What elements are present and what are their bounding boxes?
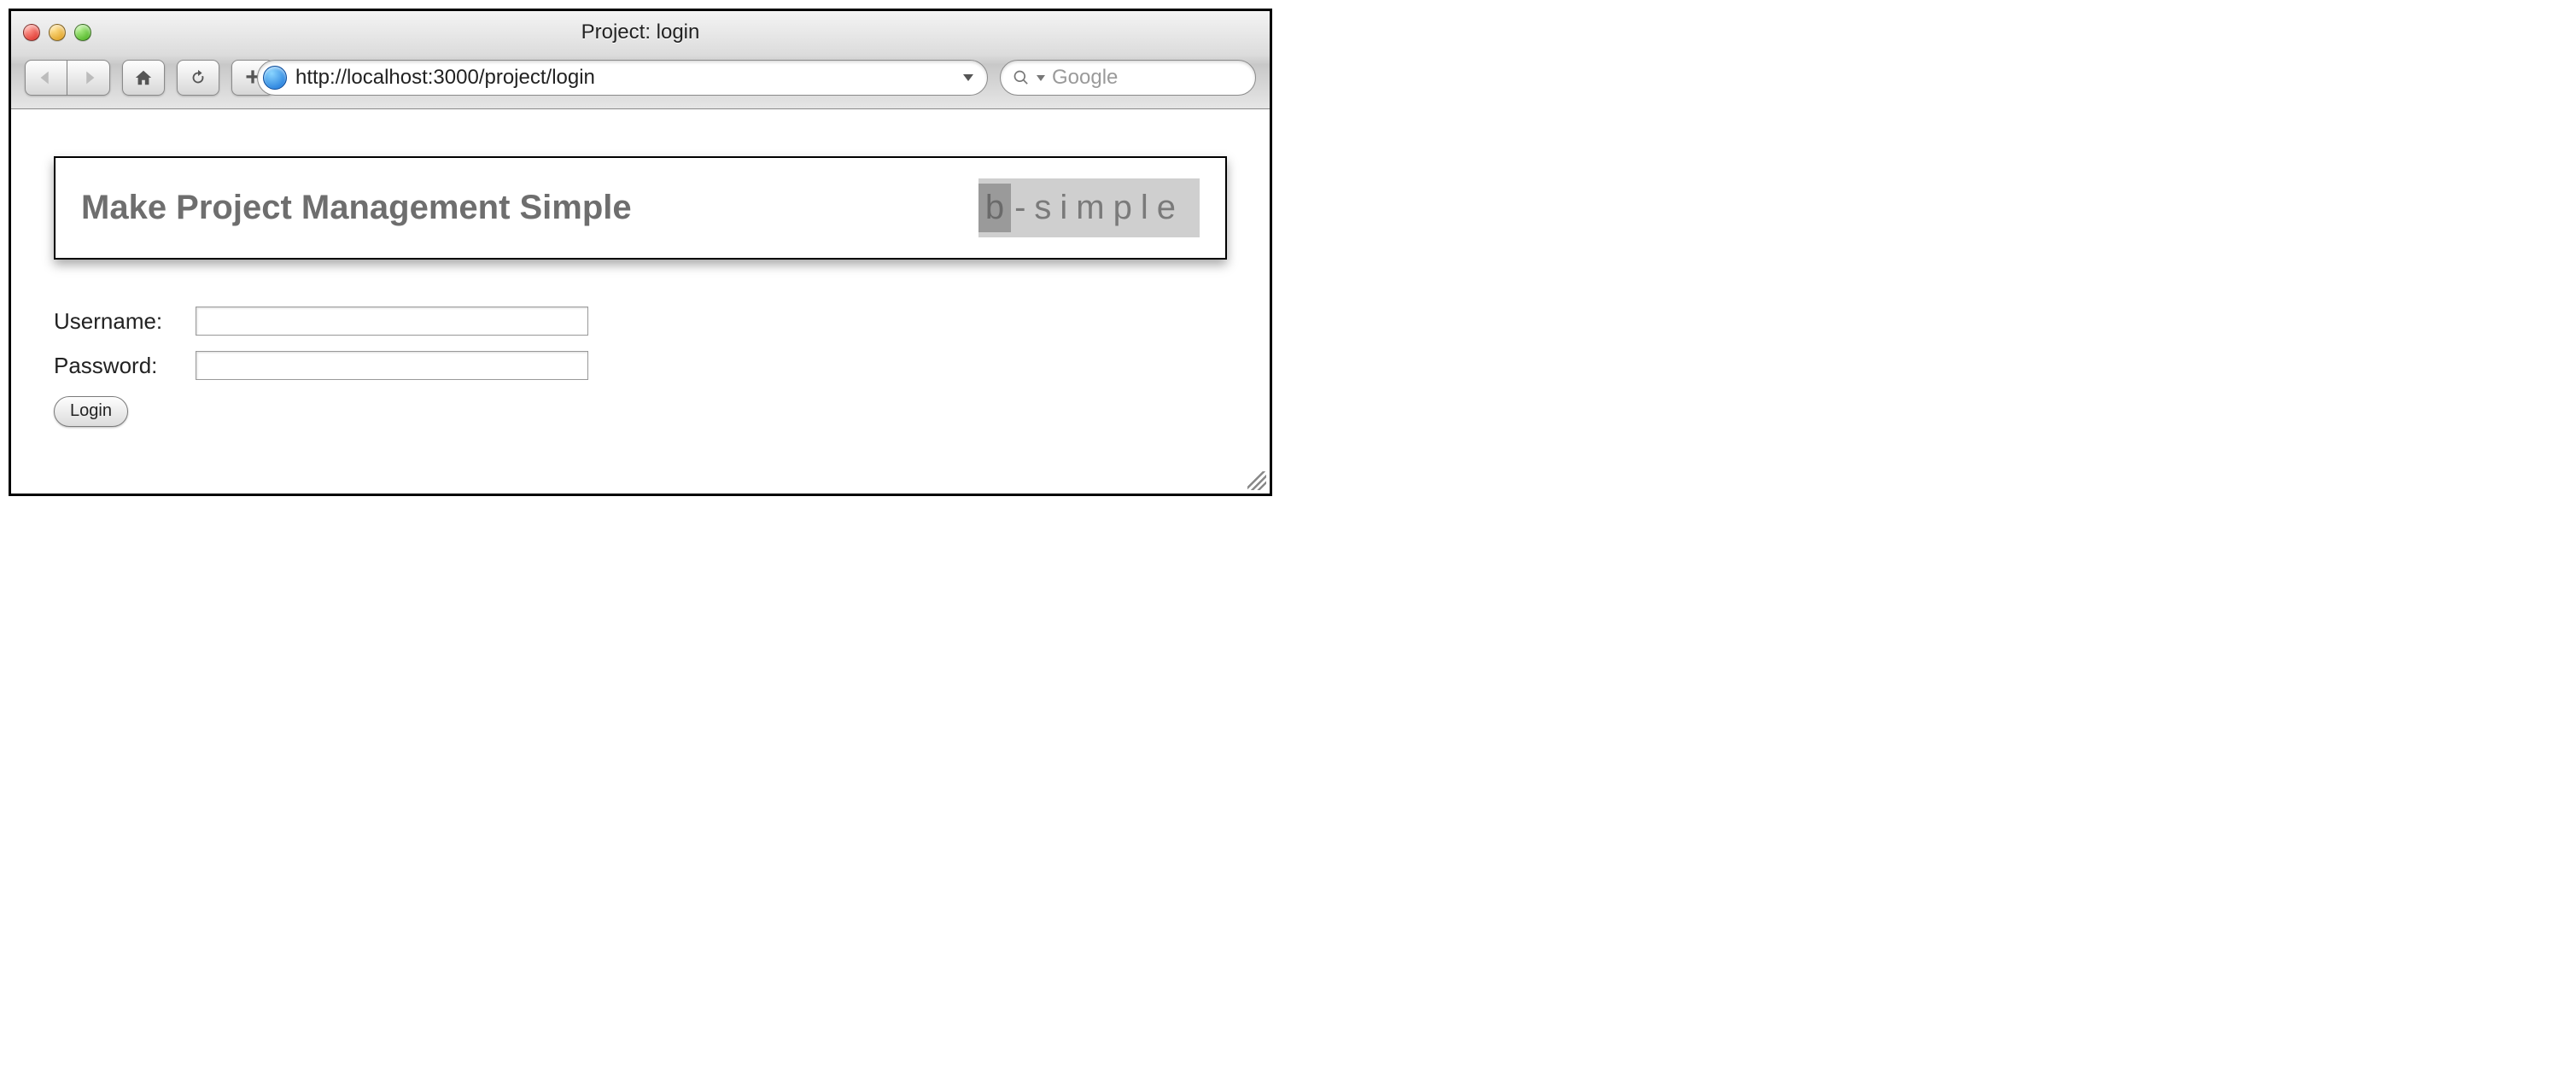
search-placeholder: Google bbox=[1052, 66, 1118, 90]
page-viewport: Make Project Management Simple b-simple … bbox=[11, 109, 1270, 494]
brand-logo-text: -simple bbox=[1014, 189, 1184, 227]
login-button[interactable]: Login bbox=[54, 396, 128, 427]
close-window-button[interactable] bbox=[23, 24, 40, 41]
minimize-window-button[interactable] bbox=[49, 24, 66, 41]
nav-buttons bbox=[25, 60, 110, 96]
home-button[interactable] bbox=[122, 60, 165, 96]
brand-logo-b: b bbox=[978, 184, 1011, 232]
feed-indicator-icon[interactable] bbox=[963, 74, 973, 81]
page-banner: Make Project Management Simple b-simple bbox=[54, 156, 1227, 260]
arrow-right-icon bbox=[79, 68, 98, 87]
search-field[interactable]: Google bbox=[1000, 60, 1256, 96]
login-form: Username: Password: Login bbox=[54, 307, 1227, 427]
browser-window: Project: login + bbox=[9, 9, 1272, 496]
reload-icon bbox=[189, 68, 207, 87]
window-controls bbox=[23, 24, 91, 41]
resize-grip-icon[interactable] bbox=[1247, 471, 1266, 490]
brand-logo: b-simple bbox=[978, 178, 1200, 237]
username-input[interactable] bbox=[196, 307, 588, 336]
password-label: Password: bbox=[54, 353, 182, 379]
username-label: Username: bbox=[54, 308, 182, 335]
home-icon bbox=[134, 68, 153, 87]
forward-button[interactable] bbox=[67, 60, 110, 96]
username-row: Username: bbox=[54, 307, 1227, 336]
window-title: Project: login bbox=[11, 20, 1270, 44]
address-bar[interactable]: http://localhost:3000/project/login bbox=[257, 60, 988, 96]
password-input[interactable] bbox=[196, 351, 588, 380]
site-favicon-icon bbox=[263, 66, 287, 90]
address-bar-text: http://localhost:3000/project/login bbox=[295, 66, 595, 90]
zoom-window-button[interactable] bbox=[74, 24, 91, 41]
reload-button[interactable] bbox=[177, 60, 219, 96]
browser-chrome: Project: login + bbox=[11, 11, 1270, 109]
banner-title: Make Project Management Simple bbox=[81, 189, 632, 227]
address-bar-wrap: http://localhost:3000/project/login bbox=[286, 60, 988, 96]
search-icon bbox=[1013, 69, 1030, 86]
back-button[interactable] bbox=[25, 60, 67, 96]
arrow-left-icon bbox=[37, 68, 55, 87]
search-engine-caret-icon[interactable] bbox=[1037, 75, 1045, 81]
titlebar: Project: login bbox=[11, 11, 1270, 54]
password-row: Password: bbox=[54, 351, 1227, 380]
toolbar: + http://localhost:3000/project/login Go… bbox=[11, 54, 1270, 108]
